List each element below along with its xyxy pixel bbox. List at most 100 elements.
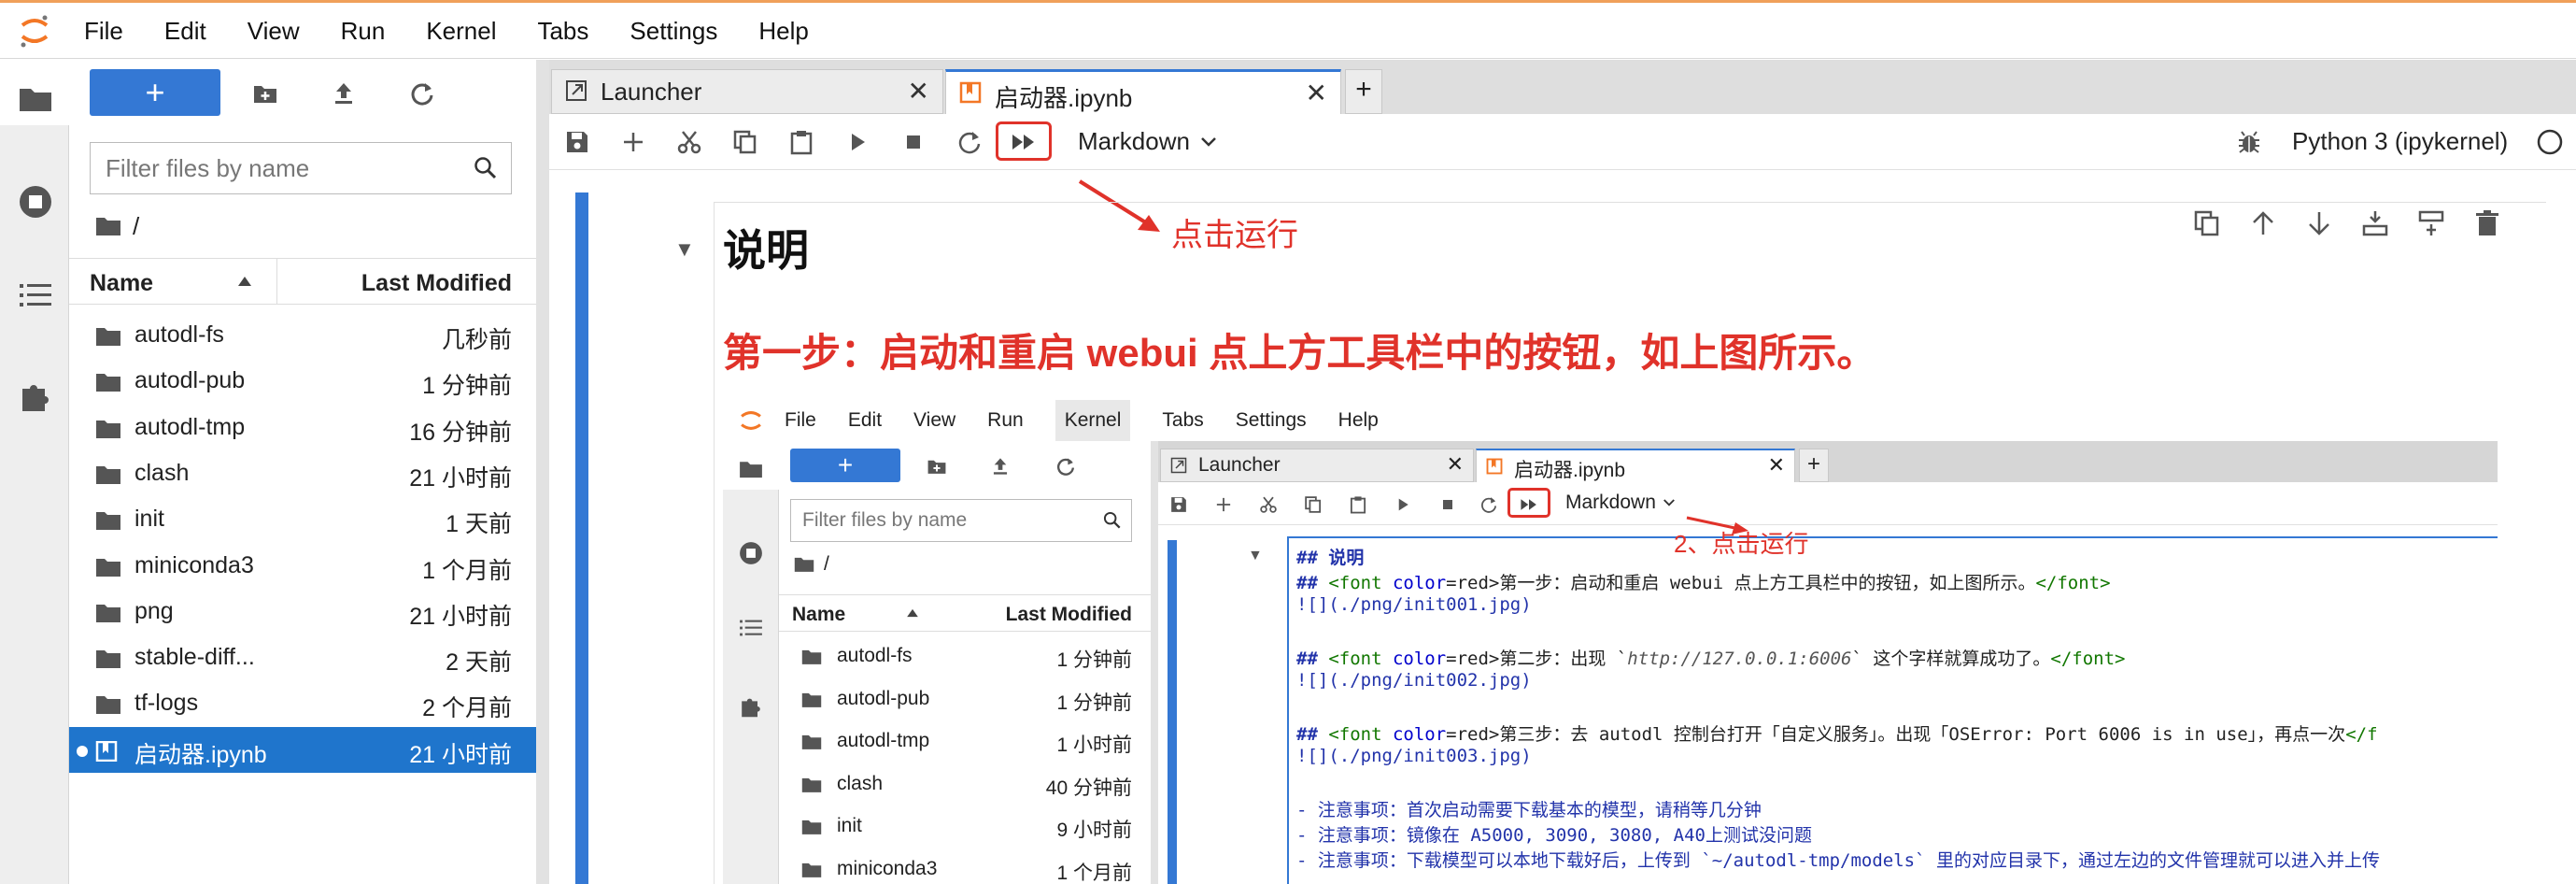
folder-icon xyxy=(95,603,121,623)
file-row[interactable]: stable-diff... 2 天前 xyxy=(69,634,536,680)
duplicate-cell-icon[interactable] xyxy=(2193,209,2221,237)
menu-edit[interactable]: Edit xyxy=(164,3,206,59)
new-launcher-button[interactable]: + xyxy=(90,69,220,116)
file-row[interactable]: png 21 小时前 xyxy=(69,589,536,634)
delete-cell-icon[interactable] xyxy=(2473,209,2501,237)
table-of-contents-icon xyxy=(738,615,764,641)
breadcrumb-root: / xyxy=(824,553,829,575)
file-row[interactable]: tf-logs 2 个月前 xyxy=(69,680,536,726)
menu-kernel[interactable]: Kernel xyxy=(426,3,496,59)
close-icon[interactable]: ✕ xyxy=(1306,78,1327,108)
menu-run[interactable]: Run xyxy=(341,3,386,59)
chevron-down-icon xyxy=(1201,136,1216,147)
folder-icon xyxy=(95,557,121,577)
column-modified-header[interactable]: Last Modified xyxy=(361,270,512,297)
jupyter-logo-icon xyxy=(723,407,779,434)
folder-icon[interactable] xyxy=(17,80,54,118)
breadcrumb-root[interactable]: / xyxy=(133,212,139,241)
file-name: clash xyxy=(134,459,190,486)
code-line: - 注意事项：首次启动需要下载基本的模型，请稍等几分钟 xyxy=(1296,800,1762,820)
upload-icon[interactable] xyxy=(331,80,357,107)
tab-label: 启动器.ipynb xyxy=(995,84,1133,112)
move-up-icon[interactable] xyxy=(2249,209,2277,237)
tab-notebook[interactable]: 启动器.ipynb ✕ xyxy=(945,69,1341,114)
breadcrumb: / xyxy=(794,553,829,576)
file-modified: 40 分钟前 xyxy=(1045,777,1132,799)
column-name-header[interactable]: Name xyxy=(90,270,153,297)
add-cell-icon[interactable] xyxy=(620,129,646,155)
collapse-caret-icon: ▼ xyxy=(1248,548,1263,563)
menu-tabs[interactable]: Tabs xyxy=(537,3,588,59)
active-cell-indicator xyxy=(575,192,588,884)
file-name: miniconda3 xyxy=(837,857,938,879)
notebook-icon xyxy=(959,81,982,104)
new-tab-button[interactable]: + xyxy=(1345,69,1382,114)
folder-icon xyxy=(801,777,822,793)
file-row[interactable]: init 1 天前 xyxy=(69,496,536,542)
save-icon[interactable] xyxy=(564,129,590,155)
new-folder-icon[interactable] xyxy=(252,80,278,107)
menu-view[interactable]: View xyxy=(248,3,300,59)
code-line: ![](./png/init002.jpg) xyxy=(1296,670,1532,691)
menu-kernel: Kernel xyxy=(1054,400,1131,441)
file-row: autodl-pub 1 分钟前 xyxy=(779,680,1151,718)
folder-icon xyxy=(95,649,121,669)
menu-file: File xyxy=(785,409,816,431)
move-down-icon[interactable] xyxy=(2305,209,2333,237)
folder-icon xyxy=(801,819,822,835)
debugger-bug-icon[interactable] xyxy=(2236,129,2262,155)
close-icon[interactable]: ✕ xyxy=(908,76,929,107)
restart-run-all-icon[interactable] xyxy=(1011,129,1037,155)
code-line: - 注意事项：下载模型可以本地下载好后，上传到 `~/autodl-tmp/mo… xyxy=(1296,850,2380,871)
embedded-main-area: Launcher ✕ 启动器.ipynb ✕ + Markdown ▼ ## 说… xyxy=(1158,441,2498,884)
file-name: autodl-tmp xyxy=(837,730,930,751)
run-cell-icon[interactable] xyxy=(844,129,870,155)
stop-icon[interactable] xyxy=(900,129,927,155)
file-row[interactable]: autodl-pub 1 分钟前 xyxy=(69,358,536,404)
refresh-icon[interactable] xyxy=(409,80,435,107)
file-modified: 1 分钟前 xyxy=(1056,692,1132,714)
extensions-icon[interactable] xyxy=(17,378,54,415)
embedded-file-browser: + Filter files by name / Name Last Modif… xyxy=(779,441,1151,884)
save-icon xyxy=(1169,495,1188,514)
cut-icon[interactable] xyxy=(676,129,702,155)
folder-icon xyxy=(801,734,822,750)
jupyter-logo-icon xyxy=(0,14,69,48)
copy-icon[interactable] xyxy=(732,129,758,155)
file-row[interactable]: autodl-tmp 16 分钟前 xyxy=(69,405,536,450)
folder-icon xyxy=(801,692,822,708)
file-row-notebook[interactable]: 启动器.ipynb 21 小时前 xyxy=(69,726,536,773)
file-row[interactable]: autodl-fs 几秒前 xyxy=(69,312,536,358)
file-row[interactable]: clash 21 小时前 xyxy=(69,450,536,496)
collapse-caret-icon[interactable]: ▼ xyxy=(674,237,695,262)
kernel-name[interactable]: Python 3 (ipykernel) xyxy=(2292,127,2508,156)
cell-type-select[interactable]: Markdown xyxy=(1078,127,1216,156)
breadcrumb[interactable]: / xyxy=(95,207,139,245)
menu-help[interactable]: Help xyxy=(758,3,808,59)
file-row[interactable]: miniconda3 1 个月前 xyxy=(69,543,536,589)
close-icon: ✕ xyxy=(1446,452,1464,476)
table-of-contents-icon[interactable] xyxy=(17,277,54,314)
file-modified: 1 天前 xyxy=(446,511,512,538)
filter-files-input[interactable]: Filter files by name xyxy=(90,142,512,194)
menu-settings[interactable]: Settings xyxy=(630,3,717,59)
insert-above-icon[interactable] xyxy=(2361,209,2389,237)
restart-kernel-icon[interactable] xyxy=(956,129,983,155)
file-modified: 2 天前 xyxy=(446,649,512,677)
file-name: tf-logs xyxy=(134,690,199,717)
folder-icon xyxy=(95,510,121,531)
paste-icon[interactable] xyxy=(788,129,814,155)
active-cell-indicator xyxy=(1168,540,1177,884)
launcher-icon xyxy=(1170,457,1187,474)
new-tab-button: + xyxy=(1799,449,1829,482)
insert-below-icon[interactable] xyxy=(2417,209,2445,237)
cell-type-value: Markdown xyxy=(1078,127,1190,155)
tab-launcher[interactable]: Launcher ✕ xyxy=(551,69,943,114)
sidebar-splitter[interactable] xyxy=(536,60,549,884)
copy-icon xyxy=(1304,495,1323,514)
cell-type-value: Markdown xyxy=(1565,492,1656,513)
running-sessions-icon[interactable] xyxy=(17,183,54,221)
tab-label: Launcher xyxy=(1198,454,1281,476)
folder-icon xyxy=(801,649,822,665)
menu-file[interactable]: File xyxy=(84,3,123,59)
